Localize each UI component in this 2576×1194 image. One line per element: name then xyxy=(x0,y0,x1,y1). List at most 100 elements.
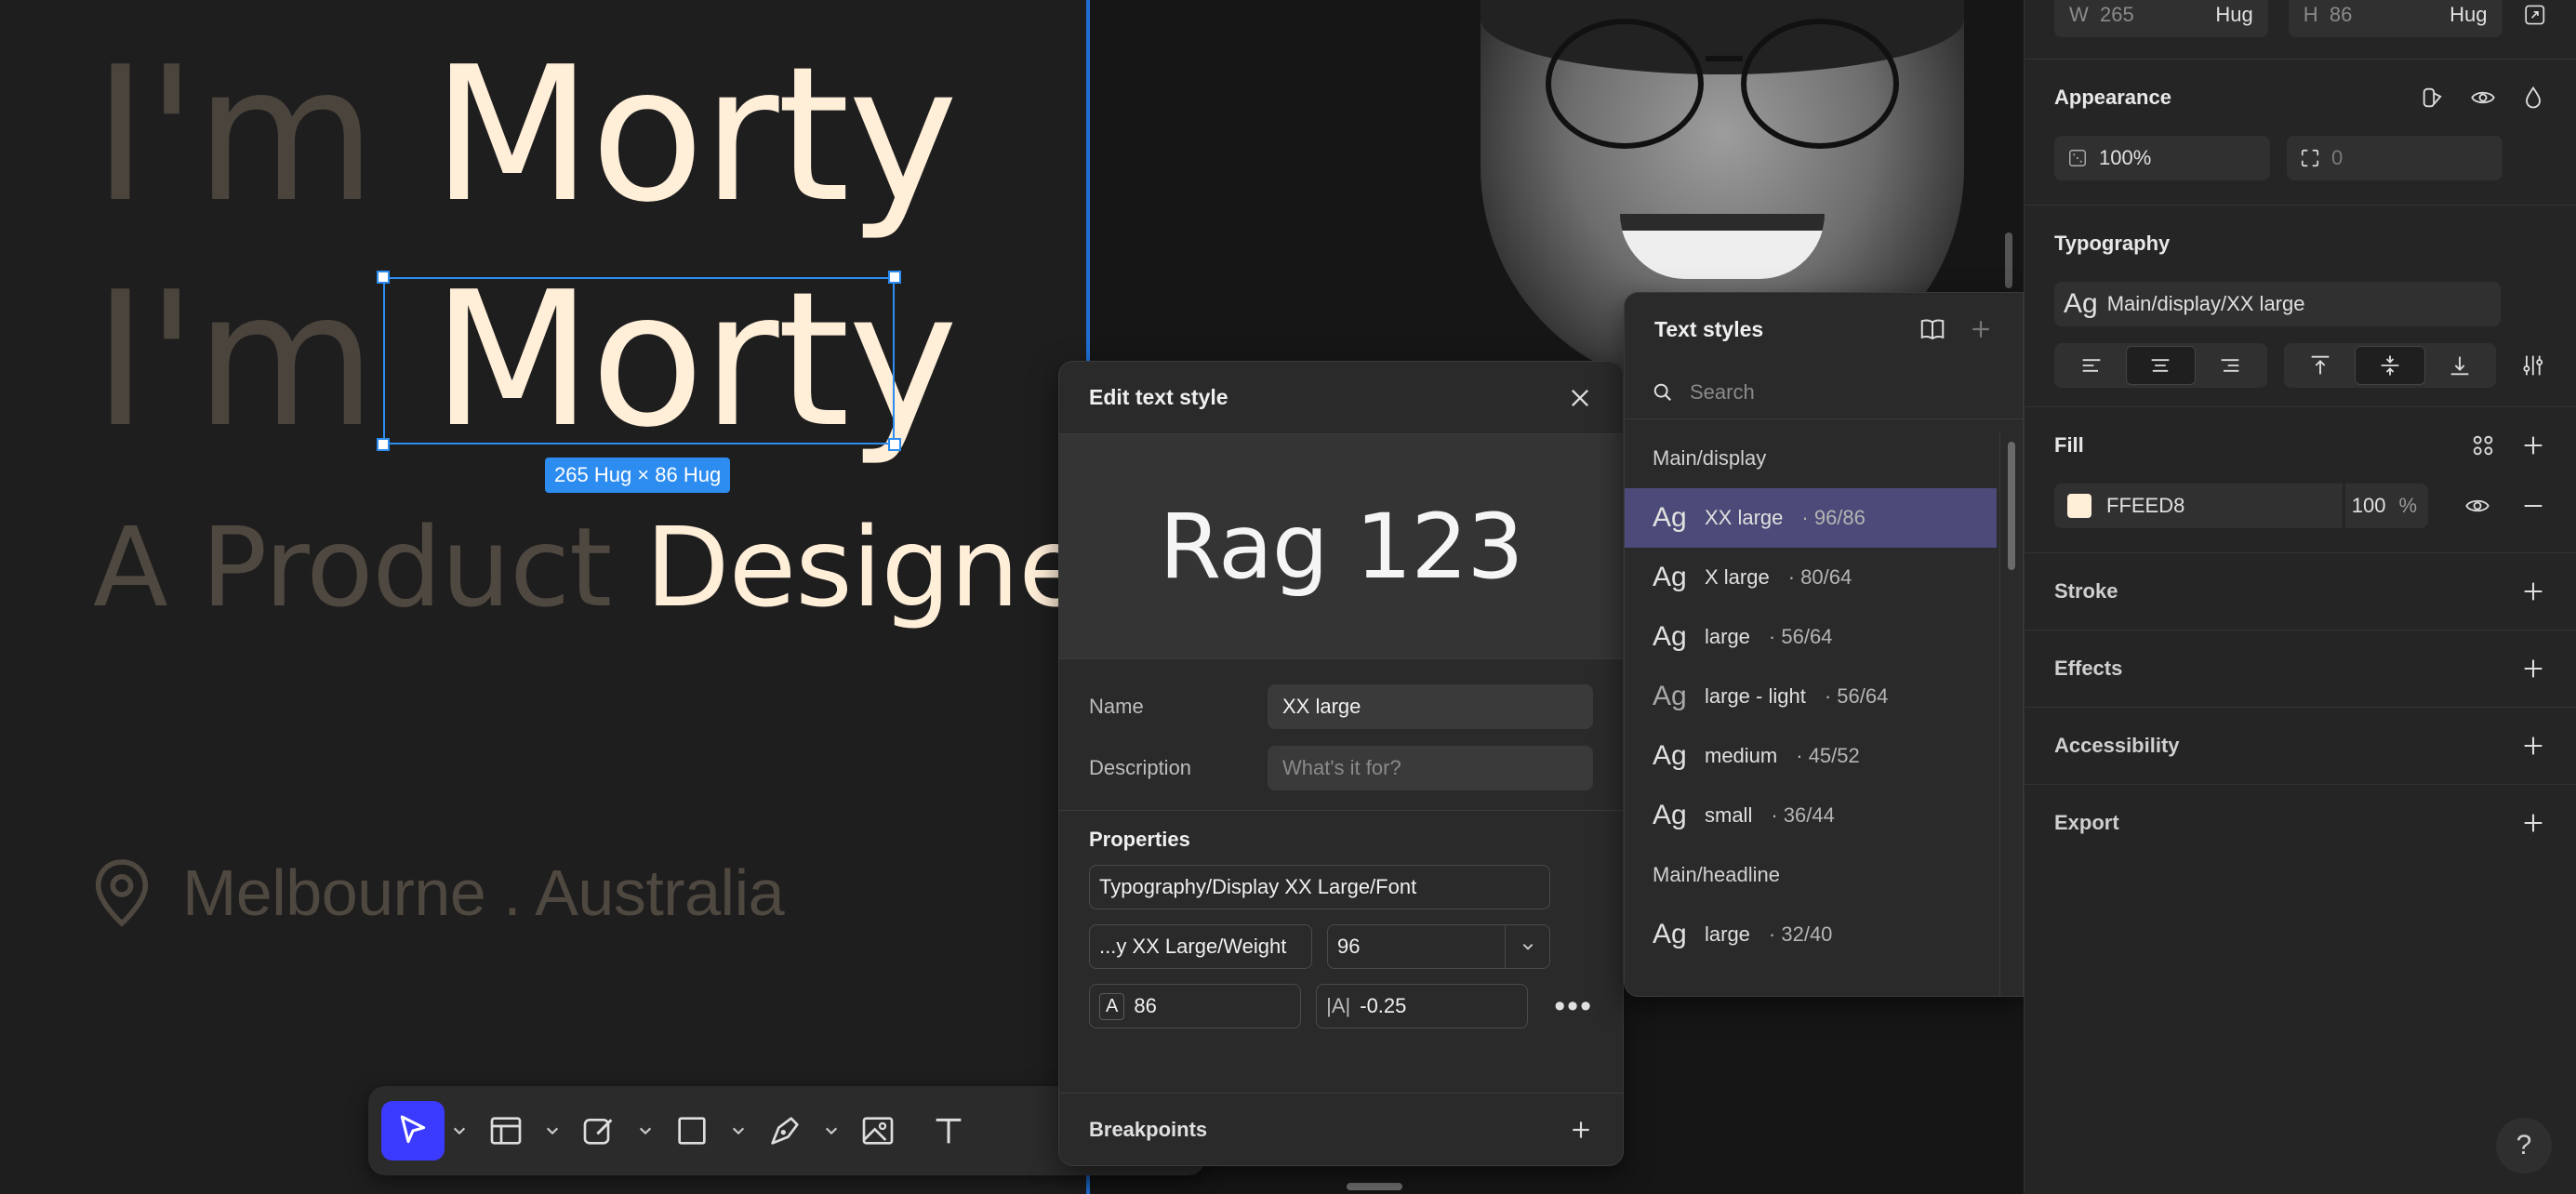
component-tool-button[interactable] xyxy=(567,1101,631,1161)
shape-tool-button[interactable] xyxy=(660,1101,724,1161)
chevron-down-icon[interactable] xyxy=(545,1123,560,1138)
align-left-button[interactable] xyxy=(2057,346,2126,385)
plus-icon[interactable] xyxy=(2520,810,2546,836)
name-row: Name XX large xyxy=(1059,676,1623,737)
eye-icon[interactable] xyxy=(2464,493,2490,519)
chevron-down-icon[interactable] xyxy=(452,1123,467,1138)
selection-box[interactable] xyxy=(377,271,901,451)
droplet-icon[interactable] xyxy=(2520,85,2546,111)
eye-icon[interactable] xyxy=(2470,85,2496,111)
resize-handle-tl[interactable] xyxy=(377,271,390,284)
hero-text-line-3[interactable]: A Product Designer xyxy=(93,502,1130,632)
typography-style-picker[interactable]: Ag Main/display/XX large xyxy=(2054,282,2501,326)
style-ag-glyph: Ag xyxy=(1653,621,1687,652)
align-top-button[interactable] xyxy=(2287,346,2356,385)
line-height-icon: A xyxy=(1099,992,1125,1020)
resize-constraint-icon[interactable] xyxy=(2523,3,2546,27)
chevron-down-icon[interactable] xyxy=(824,1123,839,1138)
font-token-field[interactable]: Typography/Display XX Large/Font xyxy=(1089,865,1550,909)
style-item-headline-large[interactable]: Ag large · 32/40 xyxy=(1625,905,1997,964)
width-field[interactable]: W 265 Hug xyxy=(2054,0,2268,37)
plus-icon[interactable] xyxy=(2520,656,2546,682)
fill-opacity-input[interactable]: 100 % xyxy=(2344,484,2428,528)
help-button[interactable]: ? xyxy=(2496,1118,2552,1174)
variant-icon[interactable] xyxy=(2420,85,2446,111)
chevron-down-icon xyxy=(1522,944,1533,950)
color-styles-icon[interactable] xyxy=(2470,432,2496,458)
layout-frame-icon xyxy=(490,1117,522,1145)
opacity-input[interactable]: 100% xyxy=(2054,136,2270,180)
letter-spacing-field[interactable]: |A| -0.25 xyxy=(1316,984,1529,1028)
width-mode[interactable]: Hug xyxy=(2215,3,2252,27)
resize-handle-br[interactable] xyxy=(888,438,901,451)
weight-token-field[interactable]: ...y XX Large/Weight xyxy=(1089,924,1312,969)
chevron-down-icon[interactable] xyxy=(638,1123,653,1138)
stroke-section[interactable]: Stroke xyxy=(2025,553,2576,630)
fill-swatch[interactable] xyxy=(2067,494,2091,518)
fill-color-input[interactable]: FFEED8 xyxy=(2054,484,2343,528)
chevron-down-icon[interactable] xyxy=(731,1123,746,1138)
align-bottom-button[interactable] xyxy=(2425,346,2494,385)
plus-icon[interactable] xyxy=(2520,432,2546,458)
style-item-medium[interactable]: Ag medium · 45/52 xyxy=(1625,726,1997,786)
minus-icon[interactable] xyxy=(2520,493,2546,519)
drag-handle[interactable] xyxy=(1347,1183,1402,1190)
effects-section[interactable]: Effects xyxy=(2025,630,2576,708)
scroll-track xyxy=(1999,432,2000,996)
resize-handle-bl[interactable] xyxy=(377,438,390,451)
align-center-button[interactable] xyxy=(2125,346,2197,385)
font-row: Typography/Display XX Large/Font xyxy=(1059,865,1623,909)
align-right-button[interactable] xyxy=(2196,346,2264,385)
book-library-icon[interactable] xyxy=(1919,315,1946,343)
style-item-label: large - light xyxy=(1705,684,1806,708)
align-middle-button[interactable] xyxy=(2355,346,2425,385)
breakpoints-row[interactable]: Breakpoints xyxy=(1059,1093,1623,1165)
plus-icon[interactable] xyxy=(2520,733,2546,759)
style-item-large[interactable]: Ag large · 56/64 xyxy=(1625,607,1997,667)
text-styles-search[interactable]: Search xyxy=(1625,365,2023,419)
style-item-meta: · 45/52 xyxy=(1796,744,1860,767)
style-item-small[interactable]: Ag small · 36/44 xyxy=(1625,786,1997,845)
frame-tool-button[interactable] xyxy=(474,1101,538,1161)
style-item-meta: · 56/64 xyxy=(1768,625,1833,648)
location-line[interactable]: Melbourne . Australia xyxy=(93,856,785,930)
description-input[interactable]: What's it for? xyxy=(1268,746,1593,790)
typography-header: Typography xyxy=(2054,206,2546,282)
pen-tool-button[interactable] xyxy=(753,1101,817,1161)
line-height-field[interactable]: A 86 xyxy=(1089,984,1302,1028)
letter-spacing-icon: |A| xyxy=(1326,994,1351,1017)
fill-row: FFEED8 100 % xyxy=(2054,484,2546,528)
style-item-xx-large[interactable]: Ag XX large · 96/86 xyxy=(1625,488,1997,548)
opacity-value: 100% xyxy=(2099,146,2152,169)
plus-icon[interactable] xyxy=(1569,1118,1593,1142)
style-item-large-light[interactable]: Ag large - light · 56/64 xyxy=(1625,667,1997,726)
image-tool-button[interactable] xyxy=(846,1101,910,1161)
typography-settings-icon[interactable] xyxy=(2520,352,2546,378)
height-field[interactable]: H 86 Hug xyxy=(2288,0,2503,37)
style-item-x-large[interactable]: Ag X large · 80/64 xyxy=(1625,548,1997,607)
text-styles-scrollbar[interactable] xyxy=(2008,442,2015,570)
text-tool-button[interactable] xyxy=(917,1101,980,1161)
close-icon[interactable] xyxy=(1567,385,1593,411)
effects-title: Effects xyxy=(2054,657,2123,680)
plus-icon[interactable] xyxy=(1967,315,1995,343)
accessibility-section[interactable]: Accessibility xyxy=(2025,708,2576,785)
export-section[interactable]: Export xyxy=(2025,785,2576,861)
style-item-label: large xyxy=(1705,922,1750,946)
properties-title: Properties xyxy=(1089,828,1190,851)
plus-icon[interactable] xyxy=(2520,578,2546,604)
more-options-icon[interactable]: ••• xyxy=(1554,990,1593,1022)
corner-radius-input[interactable]: 0 xyxy=(2287,136,2503,180)
image-icon xyxy=(862,1117,894,1145)
font-size-dropdown[interactable] xyxy=(1505,925,1549,968)
description-label: Description xyxy=(1089,756,1192,779)
resize-handle-tr[interactable] xyxy=(888,271,901,284)
hero-text-line-1[interactable]: I'm Morty xyxy=(93,33,958,238)
select-tool-button[interactable] xyxy=(381,1101,445,1161)
style-item-meta: · 36/44 xyxy=(1771,803,1835,827)
canvas-scrollbar[interactable] xyxy=(2005,232,2012,288)
height-mode[interactable]: Hug xyxy=(2450,3,2487,27)
style-name-input[interactable]: XX large xyxy=(1268,684,1593,729)
align-bottom-icon xyxy=(2450,356,2468,376)
font-size-field[interactable]: 96 xyxy=(1327,924,1550,969)
